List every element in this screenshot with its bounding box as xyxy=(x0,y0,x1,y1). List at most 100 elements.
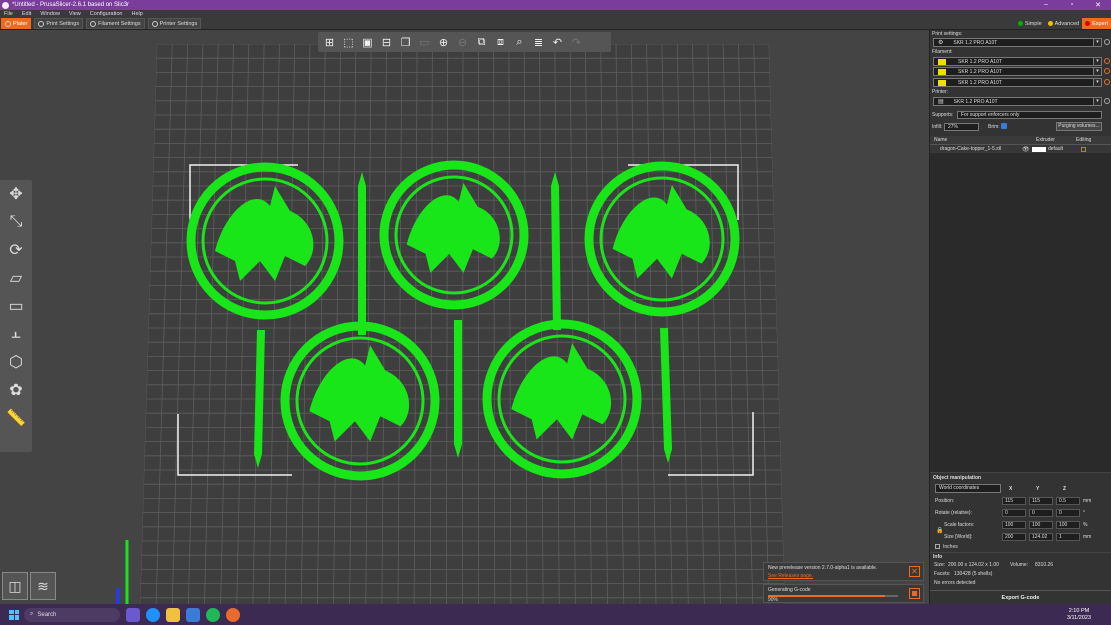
add-instance-icon[interactable]: ⊕ xyxy=(436,34,452,50)
delete-all-icon[interactable]: ▣ xyxy=(360,34,376,50)
copy-icon[interactable]: ❐ xyxy=(398,34,414,50)
cancel-export-icon[interactable] xyxy=(909,588,920,599)
object-name: dragon-Cake-topper_1-5.stl xyxy=(940,146,1002,152)
close-icon[interactable]: ✕ xyxy=(1085,1,1111,9)
cut-icon[interactable]: ▭ xyxy=(0,292,32,320)
position-x-field[interactable]: 115 xyxy=(1002,497,1026,505)
preview-icon[interactable]: ≋ xyxy=(30,572,56,600)
split-parts-icon[interactable]: ⧈ xyxy=(493,34,509,50)
print-settings-icon xyxy=(38,20,45,27)
tab-print-settings[interactable]: Print Settings xyxy=(34,18,84,29)
split-objects-icon[interactable]: ⧉ xyxy=(474,34,490,50)
update-notification-text: New prerelease version 2.7.0-alpha1 is a… xyxy=(768,565,878,571)
3d-view-icon[interactable]: ◫ xyxy=(2,572,28,600)
arrange-icon[interactable]: ⊟ xyxy=(379,34,395,50)
close-notification-icon[interactable]: ✕ xyxy=(909,566,920,577)
photos-app-icon[interactable] xyxy=(126,607,140,622)
filament-1-settings-icon[interactable] xyxy=(1104,58,1110,64)
support-painting-icon[interactable]: ⫠ xyxy=(0,320,32,348)
menu-edit[interactable]: Edit xyxy=(18,11,36,17)
paste-icon[interactable]: ▭ xyxy=(417,34,433,50)
brim-checkbox[interactable] xyxy=(1001,123,1007,129)
rotate-y-field[interactable]: 0 xyxy=(1029,509,1053,517)
edit-object-icon[interactable] xyxy=(1081,146,1086,152)
minimize-icon[interactable]: – xyxy=(1033,1,1059,9)
rotate-z-field[interactable]: 0 xyxy=(1056,509,1080,517)
eye-icon[interactable]: 👁 xyxy=(1022,146,1032,153)
filament-2-settings-icon[interactable] xyxy=(1104,68,1110,74)
printer-settings-icon[interactable] xyxy=(1104,98,1110,104)
store-icon[interactable] xyxy=(186,607,200,622)
purging-volumes-button[interactable]: Purging volumes... xyxy=(1056,122,1102,131)
tab-plater-label: Plater xyxy=(13,20,28,27)
filament-combo-2[interactable]: SKR 1.2 PRO A10T ▾ xyxy=(933,67,1102,76)
mode-advanced[interactable]: Advanced xyxy=(1045,18,1082,29)
releases-link[interactable]: See Releases page. xyxy=(768,573,919,579)
menu-window[interactable]: Window xyxy=(36,11,65,17)
infill-combo[interactable]: 27% xyxy=(944,123,979,131)
inches-checkbox[interactable] xyxy=(935,544,940,549)
move-icon[interactable]: ✥ xyxy=(0,180,32,208)
size-z-field[interactable]: 1 xyxy=(1056,533,1080,541)
menu-file[interactable]: File xyxy=(0,11,18,17)
filament-3-value: SKR 1.2 PRO A10T xyxy=(958,79,1002,86)
menu-configuration[interactable]: Configuration xyxy=(86,11,128,17)
redo-icon[interactable]: ↷ xyxy=(569,34,585,50)
tab-filament-settings[interactable]: Filament Settings xyxy=(86,18,145,29)
position-z-field[interactable]: 0.5 xyxy=(1056,497,1080,505)
size-x-field[interactable]: 200 xyxy=(1002,533,1026,541)
prusaslicer-taskbar-icon[interactable] xyxy=(226,607,240,622)
filament-color-swatch xyxy=(938,68,946,75)
filament-combo-3[interactable]: SKR 1.2 PRO A10T ▾ xyxy=(933,78,1102,87)
seam-painting-icon[interactable]: ⬡ xyxy=(0,348,32,376)
mode-simple[interactable]: Simple xyxy=(1015,18,1045,29)
scale-z-field[interactable]: 100 xyxy=(1056,521,1080,529)
mode-expert[interactable]: Expert xyxy=(1082,18,1111,29)
filament-3-settings-icon[interactable] xyxy=(1104,79,1110,85)
spotify-icon[interactable] xyxy=(206,607,220,622)
object-row[interactable]: dragon-Cake-topper_1-5.stl 👁 default xyxy=(930,145,1111,153)
edge-browser-icon[interactable] xyxy=(146,607,160,622)
position-y-field[interactable]: 115 xyxy=(1029,497,1053,505)
search-icon[interactable]: ⌕ xyxy=(512,34,528,50)
file-explorer-icon[interactable] xyxy=(166,607,180,622)
multimaterial-painting-icon[interactable]: ✿ xyxy=(0,376,32,404)
tab-printer-settings[interactable]: Printer Settings xyxy=(147,18,202,29)
export-gcode-button[interactable]: Export G-code xyxy=(930,590,1111,604)
scale-x-field[interactable]: 100 xyxy=(1002,521,1026,529)
rotate-icon[interactable]: ⟳ xyxy=(0,236,32,264)
lock-icon[interactable]: 🔒 xyxy=(936,527,943,534)
print-profile-icon: ⚙ xyxy=(938,40,944,46)
rotate-x-field[interactable]: 0 xyxy=(1002,509,1026,517)
print-profile-settings-icon[interactable] xyxy=(1104,39,1110,45)
delete-icon[interactable]: ⬚ xyxy=(341,34,357,50)
menu-view[interactable]: View xyxy=(65,11,86,17)
print-profile-combo[interactable]: ⚙ SKR 1.2 PRO A10T ▾ xyxy=(933,38,1102,47)
size-y-field[interactable]: 124.02 xyxy=(1029,533,1053,541)
filament-label: Filament: xyxy=(932,49,953,55)
add-object-icon[interactable]: ⊞ xyxy=(322,34,338,50)
info-facets-label: Facets: xyxy=(934,571,951,577)
menu-help[interactable]: Help xyxy=(127,11,147,17)
taskbar-search[interactable]: ⌕ Search xyxy=(24,607,120,622)
size-unit: mm xyxy=(1083,534,1092,540)
place-on-face-icon[interactable]: ▱ xyxy=(0,264,32,292)
tab-plater[interactable]: Plater xyxy=(1,18,32,29)
scale-y-field[interactable]: 100 xyxy=(1029,521,1053,529)
info-volume-value: 8310.26 xyxy=(1035,562,1054,568)
windows-start-icon[interactable] xyxy=(9,609,19,620)
maximize-icon[interactable]: ▫ xyxy=(1059,1,1085,9)
object-extruder[interactable]: default xyxy=(1048,146,1078,152)
taskbar-clock[interactable]: 2:10 PM 3/11/2023 xyxy=(1067,608,1091,622)
3d-viewport[interactable]: ⊞ ⬚ ▣ ⊟ ❐ ▭ ⊕ ⊖ ⧉ ⧈ ⌕ ≣ ↶ ↷ ✥ ⤡ ⟳ ▱ ▭ ⫠ … xyxy=(0,30,929,604)
column-extruder: Extruder xyxy=(1036,137,1055,143)
remove-instance-icon[interactable]: ⊖ xyxy=(455,34,471,50)
layers-editing-icon[interactable]: ≣ xyxy=(531,34,547,50)
undo-icon[interactable]: ↶ xyxy=(550,34,566,50)
scale-icon[interactable]: ⤡ xyxy=(0,208,32,236)
supports-combo[interactable]: For support enforcers only xyxy=(957,111,1102,119)
measure-icon[interactable]: 📏 xyxy=(0,404,32,432)
filament-combo-1[interactable]: SKR 1.2 PRO A10T ▾ xyxy=(933,57,1102,66)
coordinates-combo[interactable]: World coordinates xyxy=(935,484,1001,493)
printer-profile-combo[interactable]: ▤ SKR 1.2 PRO A10T ▾ xyxy=(933,97,1102,106)
